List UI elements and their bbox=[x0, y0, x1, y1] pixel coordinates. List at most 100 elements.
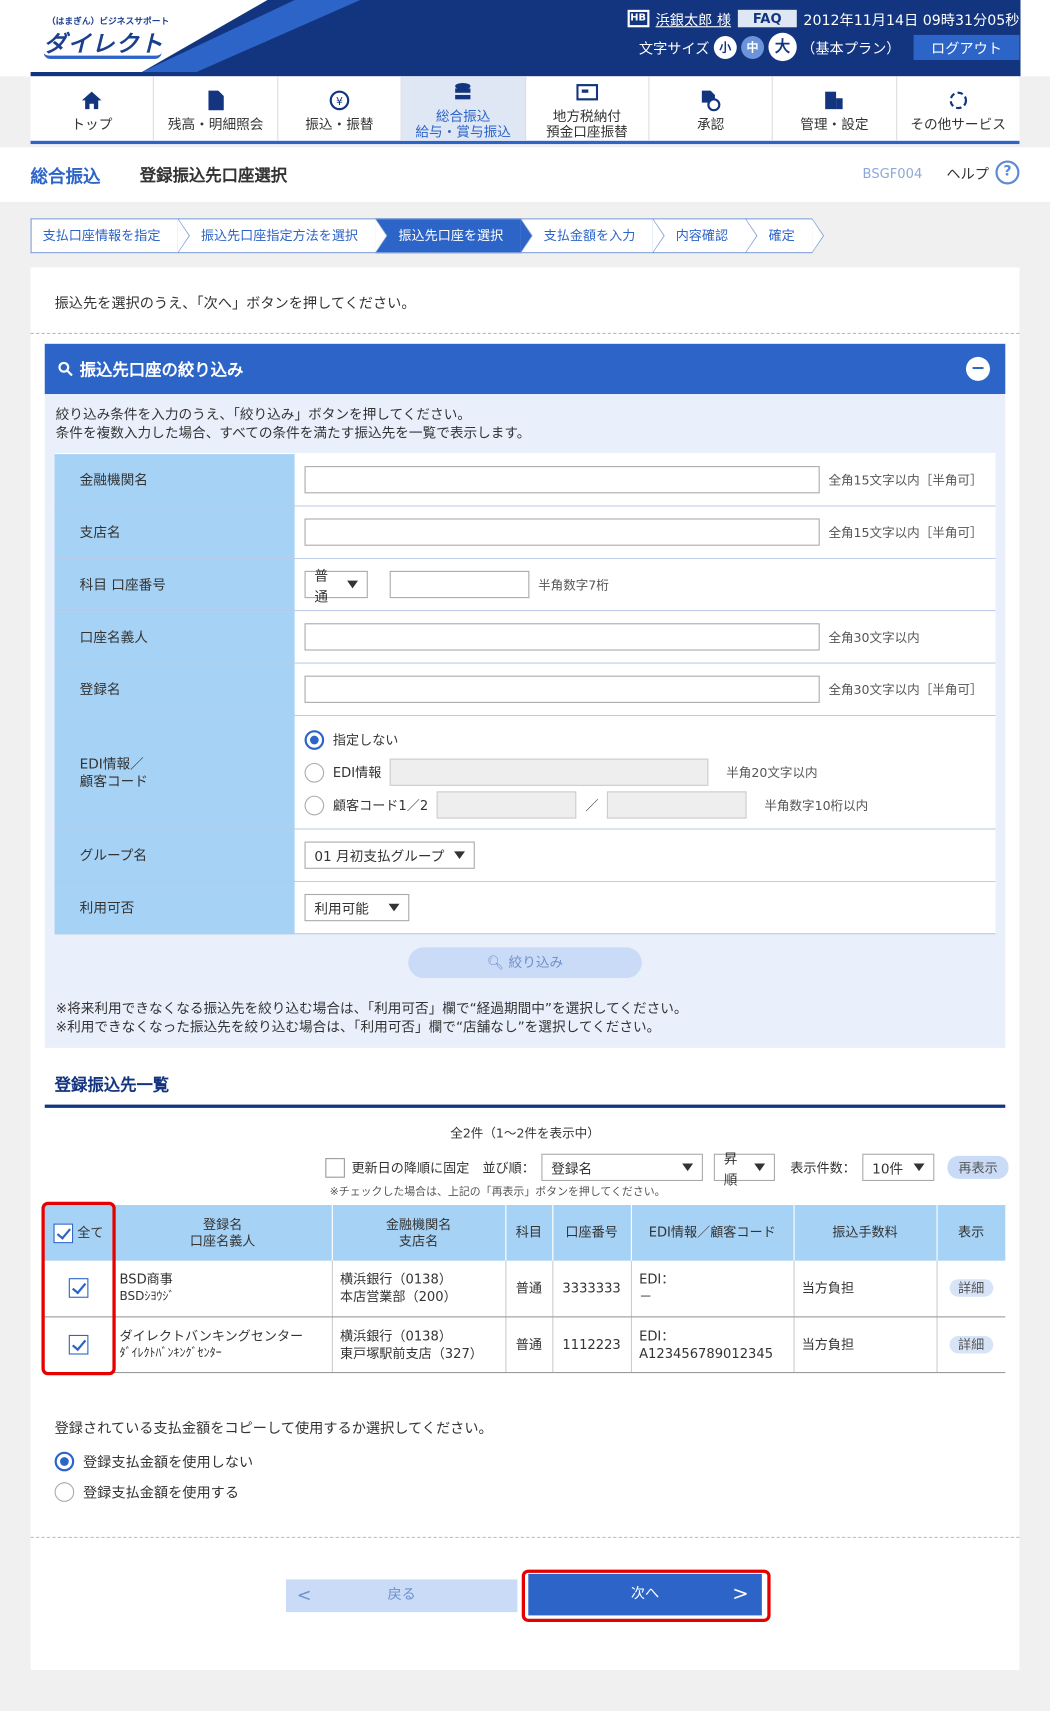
nav-transfer[interactable]: ¥ 振込・振替 bbox=[278, 76, 402, 141]
copy-no-radio[interactable] bbox=[54, 1451, 75, 1471]
edi-hint: 半角20文字以内 bbox=[726, 764, 818, 780]
edi-info-input[interactable] bbox=[390, 758, 709, 786]
row-bank: 横浜銀行（0138） bbox=[340, 1271, 452, 1288]
step-3-current: 振込先口座を選択 bbox=[375, 218, 533, 254]
approval-icon bbox=[700, 88, 722, 112]
customer-code-radio[interactable] bbox=[304, 795, 325, 815]
customer-code-hint: 半角数字10桁以内 bbox=[764, 797, 869, 813]
table-row: ダイレクトバンキングセンター ﾀﾞｲﾚｸﾄﾊﾞﾝｷﾝｸﾞｾﾝﾀｰ 横浜銀行（013… bbox=[44, 1316, 1006, 1373]
account-label: 科目 口座番号 bbox=[54, 557, 295, 612]
availability-select[interactable]: 利用可能 bbox=[304, 893, 410, 922]
logout-button[interactable]: ログアウト bbox=[913, 34, 1020, 60]
copy-option-no[interactable]: 登録支払金額を使用しない bbox=[54, 1451, 254, 1472]
chevron-down-icon bbox=[913, 1163, 925, 1172]
regname-input[interactable] bbox=[304, 675, 820, 703]
record-count: 全2件（1～2件を表示中） bbox=[450, 1125, 600, 1141]
nav-admin[interactable]: 管理・設定 bbox=[773, 76, 897, 141]
copy-yes-label: 登録支払金額を使用する bbox=[82, 1485, 240, 1502]
nav-approval[interactable]: 承認 bbox=[649, 76, 774, 141]
copy-no-label: 登録支払金額を使用しない bbox=[82, 1454, 254, 1472]
holder-input[interactable] bbox=[304, 623, 820, 651]
list-title-underline bbox=[44, 1104, 1006, 1108]
nav-balance[interactable]: 残高・明細照会 bbox=[154, 76, 279, 141]
user-name-link[interactable]: 浜銀太郎 様 bbox=[656, 8, 731, 29]
help-link[interactable]: ヘルプ ? bbox=[946, 160, 1020, 185]
copy-question: 登録されている支払金額をコピーして使用するか選択してください。 bbox=[54, 1421, 493, 1438]
progress-steps: 支払口座情報を指定 振込先口座指定方法を選択 振込先口座を選択 支払金額を入力 … bbox=[30, 218, 825, 254]
filter-note-2: ※利用できなくなった振込先を絞り込む場合は、「利用可否」欄で“店舗なし”を選択し… bbox=[55, 1018, 661, 1035]
group-label: グループ名 bbox=[54, 828, 295, 882]
per-page-select[interactable]: 10件 bbox=[862, 1153, 935, 1182]
page-id: BSGF004 bbox=[862, 165, 923, 182]
nav-top[interactable]: トップ bbox=[31, 76, 155, 141]
group-select[interactable]: 01 月初支払グループ bbox=[304, 841, 475, 869]
sort-select[interactable]: 登録名 bbox=[541, 1153, 703, 1182]
nav-label: トップ bbox=[71, 115, 113, 132]
services-icon bbox=[947, 88, 969, 112]
holder-hint: 全角30文字以内 bbox=[828, 629, 920, 645]
row-fee: 当方負担 bbox=[793, 1316, 938, 1373]
row-bank: 横浜銀行（0138） bbox=[340, 1327, 452, 1344]
redisplay-button[interactable]: 再表示 bbox=[947, 1155, 1009, 1179]
row-regname: ダイレクトバンキングセンター bbox=[119, 1327, 304, 1344]
datetime: 2012年11月14日 09時31分05秒 bbox=[803, 12, 1020, 29]
fix-order-checkbox[interactable] bbox=[325, 1157, 345, 1178]
copy-option-yes[interactable]: 登録支払金額を使用する bbox=[54, 1481, 240, 1502]
main-card: 振込先を選択のうえ、「次へ」ボタンを押してください。 振込先口座の絞り込み − … bbox=[30, 267, 1020, 1670]
nav-label: 地方税納付 bbox=[552, 107, 621, 124]
title-bar: 総合振込 登録振込先口座選択 BSGF004 ヘルプ ? bbox=[0, 147, 1050, 202]
account-number-input[interactable] bbox=[389, 570, 530, 599]
header-regname-label: 登録名 bbox=[203, 1216, 243, 1232]
copy-yes-radio[interactable] bbox=[54, 1481, 75, 1502]
bank-input[interactable] bbox=[304, 466, 820, 494]
font-size-medium-button[interactable]: 中 bbox=[741, 35, 765, 59]
customer-code-2-input[interactable] bbox=[607, 791, 747, 819]
user-icon: HB bbox=[627, 9, 650, 28]
edi-info-radio[interactable] bbox=[304, 762, 325, 783]
list-controls: 更新日の降順に固定 並び順： 登録名 昇順 表示件数： 10件 再表示 bbox=[325, 1150, 1009, 1187]
bank-hint: 全角15文字以内［半角可］ bbox=[828, 472, 983, 488]
header-bank: 金融機関名 支店名 bbox=[331, 1205, 506, 1261]
account-type-select[interactable]: 普通 bbox=[304, 567, 368, 604]
home-icon bbox=[81, 88, 103, 112]
font-size-small-button[interactable]: 小 bbox=[713, 35, 737, 59]
header-bank-label: 金融機関名 bbox=[385, 1216, 452, 1232]
filter-header[interactable]: 振込先口座の絞り込み − bbox=[44, 343, 1006, 395]
filter-form: 金融機関名 全角15文字以内［半角可］ 支店名 全角15文字以内［半角可］ 科目… bbox=[54, 452, 996, 935]
edi-none-radio[interactable] bbox=[304, 729, 325, 750]
row-edi-value: A123456789012345 bbox=[639, 1345, 774, 1361]
group-value: 01 月初支払グループ bbox=[314, 848, 445, 865]
account-hint: 半角数字7桁 bbox=[538, 576, 609, 593]
fix-order-label: 更新日の降順に固定 bbox=[351, 1160, 470, 1176]
filter-panel: 振込先口座の絞り込み − 絞り込み条件を入力のうえ、「絞り込み」ボタンを押してく… bbox=[44, 343, 1006, 1048]
plan-label: （基本プラン） bbox=[801, 40, 901, 58]
nav-label: 承認 bbox=[696, 115, 725, 132]
controls-note: ※チェックした場合は、上記の「再表示」ボタンを押してください。 bbox=[329, 1186, 666, 1199]
edi-label-2: 顧客コード bbox=[79, 772, 148, 789]
nav-label: 振込・振替 bbox=[305, 115, 374, 132]
branch-input[interactable] bbox=[304, 518, 820, 546]
collapse-icon[interactable]: − bbox=[965, 356, 990, 381]
detail-button[interactable]: 詳細 bbox=[949, 1279, 993, 1297]
header-edi: EDI情報／顧客コード bbox=[630, 1205, 795, 1261]
nav-label: 残高・明細照会 bbox=[167, 115, 264, 132]
nav-label: その他サービス bbox=[910, 115, 1006, 132]
customer-code-1-input[interactable] bbox=[436, 791, 577, 819]
customer-code-separator: ／ bbox=[585, 797, 599, 814]
faq-button[interactable]: FAQ bbox=[737, 9, 797, 28]
order-select[interactable]: 昇順 bbox=[713, 1150, 775, 1187]
nav-other[interactable]: その他サービス bbox=[897, 76, 1020, 140]
coins-stack-icon bbox=[453, 80, 473, 104]
row-edi-value: － bbox=[639, 1289, 653, 1305]
logo-swoosh bbox=[43, 52, 162, 59]
font-size-label: 文字サイズ bbox=[638, 40, 710, 58]
divider bbox=[30, 1536, 1020, 1538]
chevron-down-icon bbox=[388, 903, 400, 912]
step-2: 振込先口座指定方法を選択 bbox=[177, 218, 388, 254]
font-size-large-button[interactable]: 大 bbox=[768, 32, 797, 62]
detail-button[interactable]: 詳細 bbox=[949, 1335, 993, 1353]
back-button[interactable]: < 戻る bbox=[285, 1579, 518, 1613]
nav-tax[interactable]: 地方税納付 預金口座振替 bbox=[526, 76, 650, 141]
filter-button[interactable]: 🔍︎ 絞り込み bbox=[408, 947, 642, 978]
nav-bulk-transfer[interactable]: 総合振込 給与・賞与振込 bbox=[401, 76, 526, 141]
